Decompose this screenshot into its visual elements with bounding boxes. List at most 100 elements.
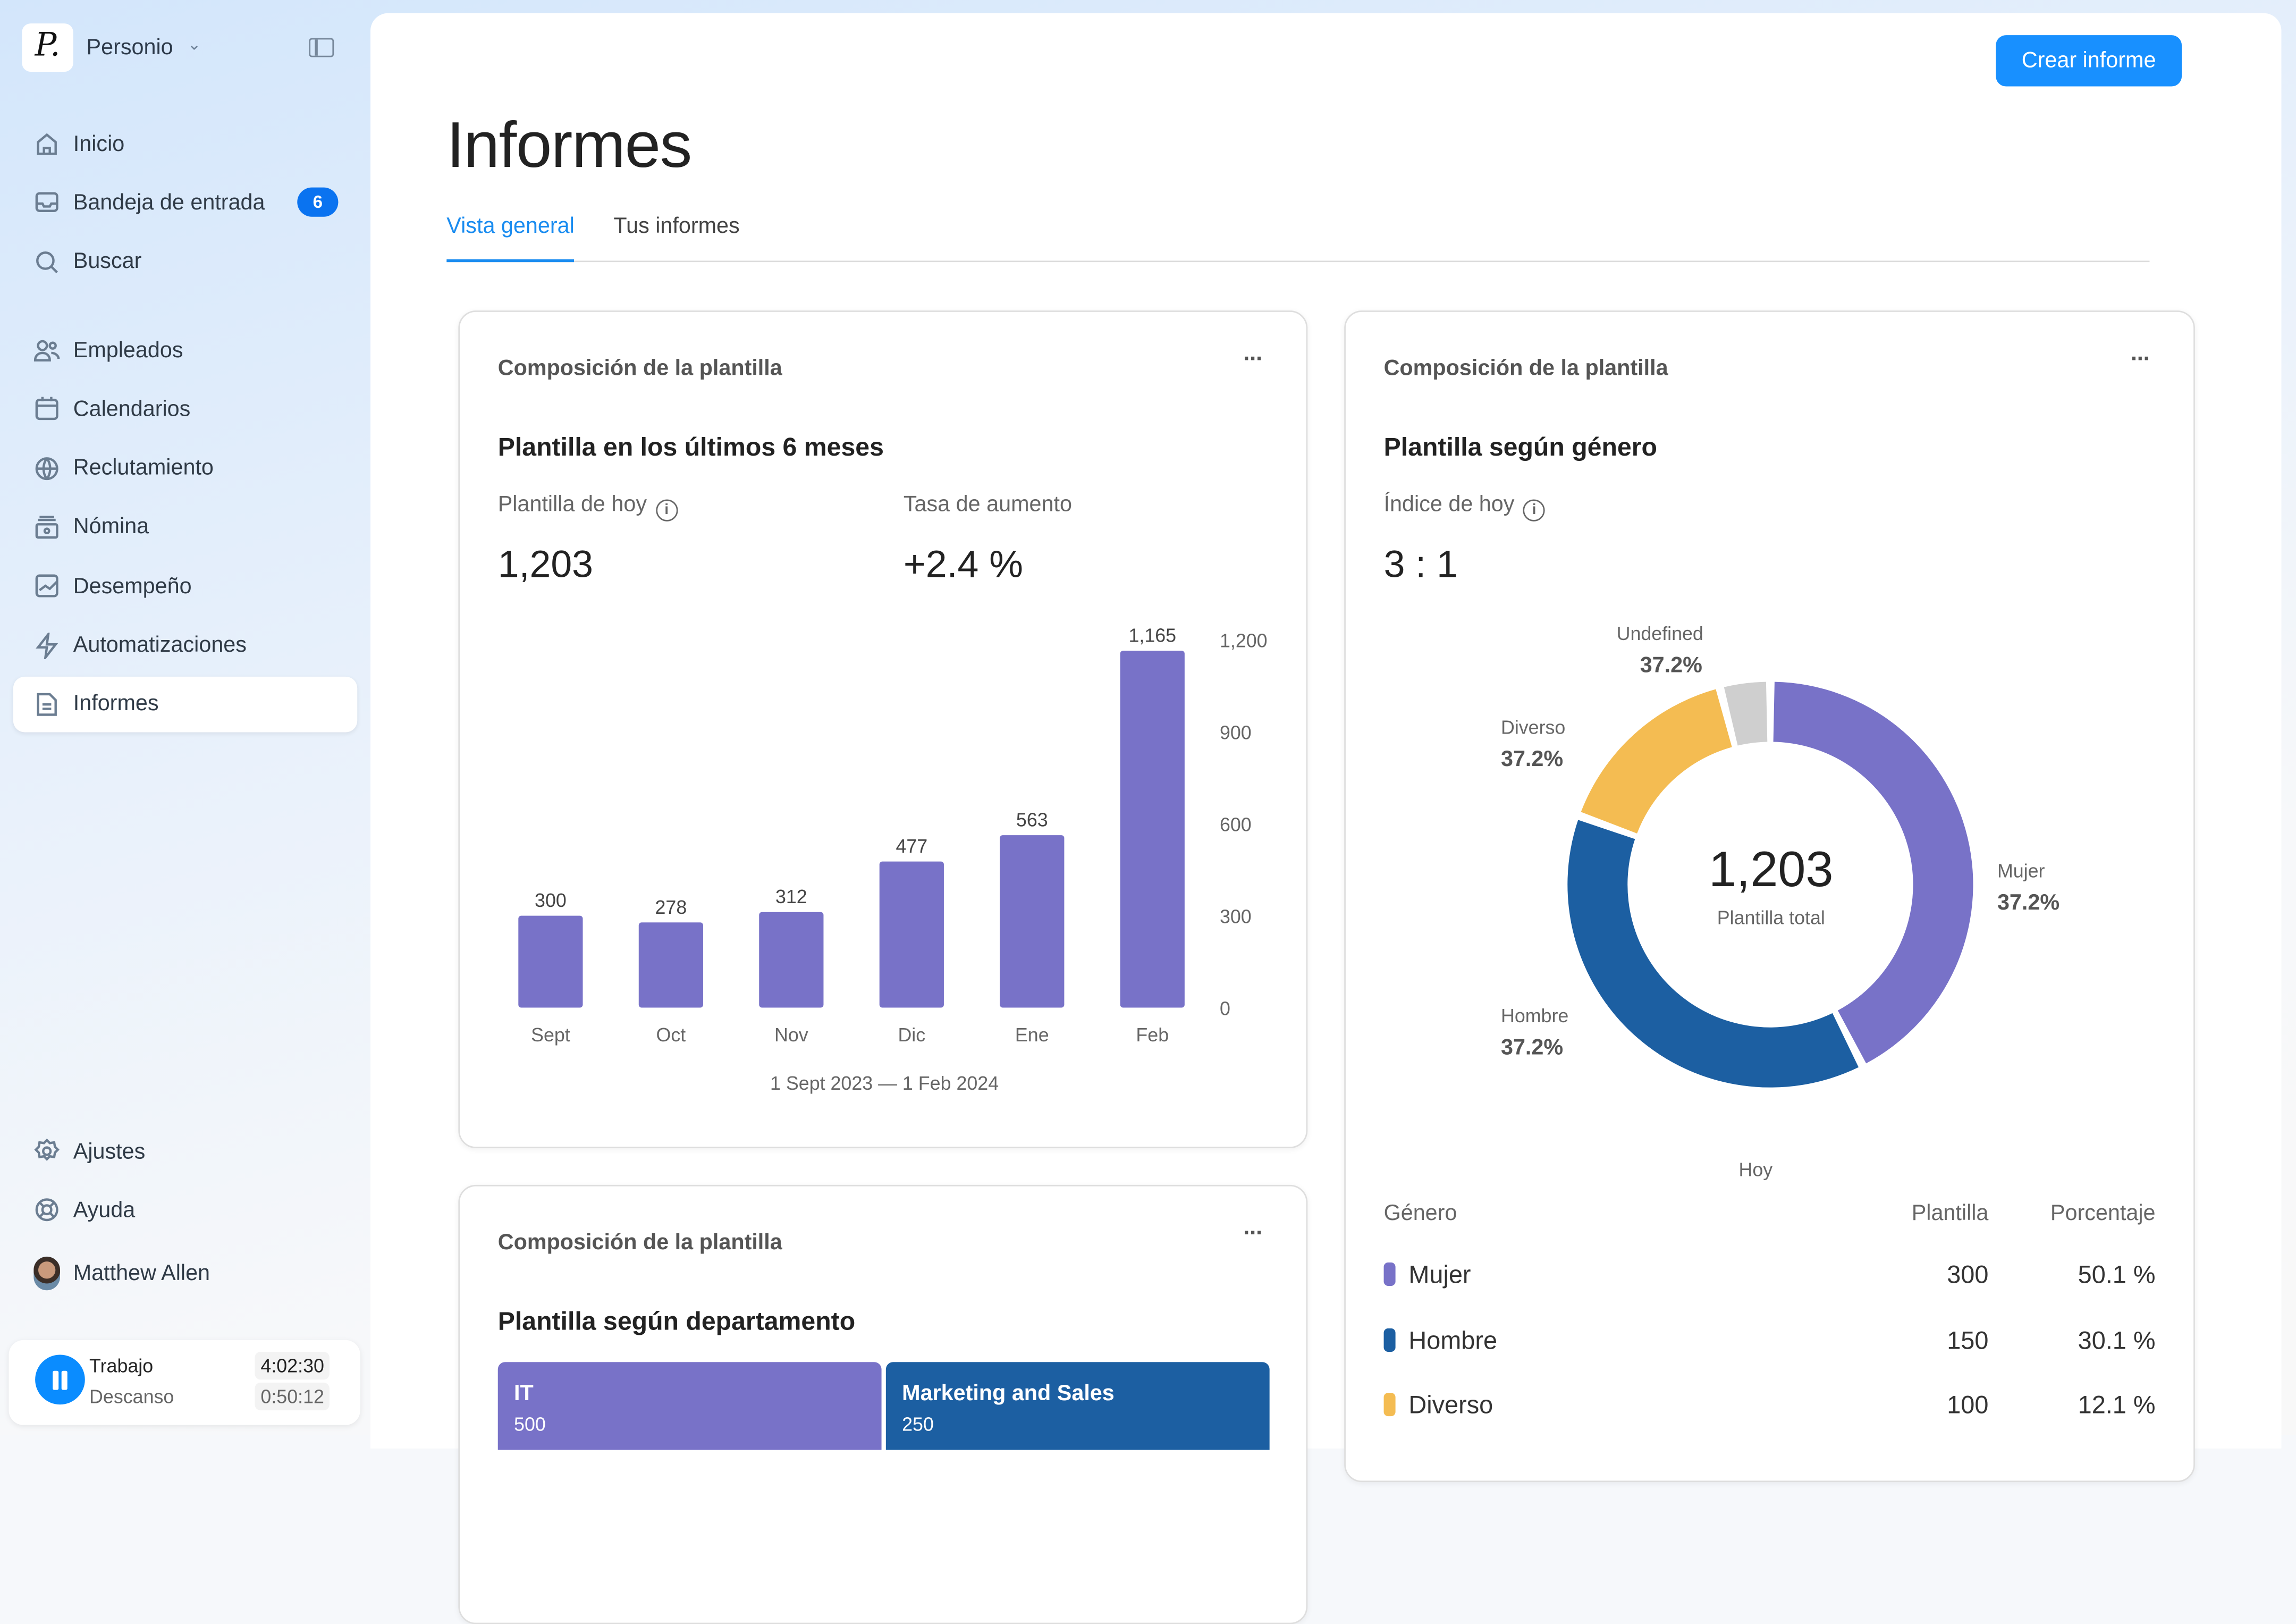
globe-icon <box>33 455 60 482</box>
y-tick-label: 300 <box>1220 906 1252 927</box>
sidebar: P. Personio ⌄ Inicio Bandeja de entrada 6 B… <box>0 0 370 1435</box>
bar-Dic[interactable] <box>879 861 944 1008</box>
donut-segment-undefined[interactable] <box>1724 681 1768 746</box>
x-tick-label: Sept <box>531 1024 570 1046</box>
calendar-icon <box>33 396 60 423</box>
home-icon <box>33 130 60 157</box>
time-tracker: Trabajo Descanso 4:02:30 0:50:12 <box>9 1340 360 1425</box>
bar-Sept[interactable] <box>518 915 583 1008</box>
lifebuoy-icon <box>33 1197 60 1224</box>
lightning-icon <box>33 632 60 659</box>
more-options-icon[interactable]: ··· <box>1243 1222 1264 1248</box>
donut-chart: Mujer37.2%Hombre37.2%Diverso37.2%Undefin… <box>1501 623 2059 1088</box>
gear-icon <box>33 1138 60 1165</box>
bar-value-label: 1,165 <box>1128 625 1176 646</box>
card-title: Composición de la plantilla <box>497 1230 782 1256</box>
sidebar-item-performance[interactable]: Desempeño <box>13 558 357 614</box>
sidebar-item-lifebuoy[interactable]: Ayuda <box>13 1182 357 1238</box>
legend-swatch <box>1383 1327 1396 1351</box>
x-tick-label: Oct <box>656 1024 686 1046</box>
gender-percentage: 50.1 % <box>2078 1261 2156 1289</box>
sidebar-item-search[interactable]: Buscar <box>13 234 357 290</box>
segment-value-label: 37.2% <box>1640 653 1702 677</box>
bar-value-label: 300 <box>535 890 567 911</box>
bar-value-label: 278 <box>655 897 687 918</box>
col-gender: Género <box>1383 1201 1457 1226</box>
y-tick-label: 1,200 <box>1220 630 1268 652</box>
sidebar-item-label: Empleados <box>73 338 183 363</box>
segment-name-label: Undefined <box>1617 623 1703 644</box>
sidebar-item-label: Reclutamiento <box>73 456 214 481</box>
department-tile-it[interactable]: IT 500 <box>497 1362 882 1450</box>
sidebar-item-home[interactable]: Inicio <box>13 116 357 172</box>
bar-Nov[interactable] <box>759 912 824 1008</box>
bar-value-label: 563 <box>1016 810 1048 831</box>
bar-chart: 300 Sept 278 Oct 312 Nov 477 Dic 563 Ene 1,165 Feb 0… <box>518 625 1268 1046</box>
bar-Ene[interactable] <box>1000 835 1065 1008</box>
chevron-down-icon[interactable]: ⌄ <box>188 35 201 54</box>
page-title: Informes <box>446 110 692 182</box>
sidebar-item-users[interactable]: Empleados <box>13 322 357 378</box>
inbox-icon <box>33 189 60 216</box>
bar-Oct[interactable] <box>638 922 703 1008</box>
bar-Feb[interactable] <box>1120 651 1185 1008</box>
payroll-icon <box>33 514 60 541</box>
org-switcher[interactable]: Personio <box>87 35 173 60</box>
legend-swatch <box>1383 1393 1396 1417</box>
gender-card: Composición de la plantilla ··· Plantill… <box>1344 310 2195 1483</box>
report-icon <box>33 691 60 718</box>
sidebar-item-report[interactable]: Informes <box>13 676 358 732</box>
gender-name: Hombre <box>1408 1326 1498 1354</box>
donut-center-label: Plantilla total <box>1717 906 1825 929</box>
bar-value-label: 477 <box>896 836 927 857</box>
sidebar-item-globe[interactable]: Reclutamiento <box>13 440 357 496</box>
sidebar-item-gear[interactable]: Ajustes <box>13 1123 357 1179</box>
donut-segment-diverso[interactable] <box>1581 689 1732 834</box>
pause-icon[interactable] <box>35 1354 85 1405</box>
gender-row-label: Hombre <box>1383 1326 1498 1356</box>
tile-value: 500 <box>514 1413 546 1435</box>
col-headcount: Plantilla <box>1911 1201 1989 1226</box>
search-icon <box>33 248 60 275</box>
users-icon <box>33 337 60 364</box>
donut-center-value: 1,203 <box>1709 842 1834 898</box>
gender-row-label: Diverso <box>1383 1391 1493 1421</box>
sidebar-toggle-icon[interactable] <box>309 38 334 57</box>
x-tick-label: Nov <box>774 1024 808 1046</box>
department-tile-marketing[interactable]: Marketing and Sales 250 <box>885 1362 1270 1450</box>
gender-name: Mujer <box>1408 1261 1471 1289</box>
headcount-trend-card: Composición de la plantilla ··· Plantill… <box>458 310 1308 1148</box>
gender-name: Diverso <box>1408 1391 1493 1420</box>
tab-overview[interactable]: Vista general <box>446 214 575 263</box>
create-report-button[interactable]: Crear informe <box>1996 35 2182 87</box>
gender-count: 150 <box>1947 1326 1989 1354</box>
unread-badge: 6 <box>297 188 339 217</box>
sidebar-item-calendar[interactable]: Calendarios <box>13 381 357 437</box>
date-range: 1 Sept 2023 — 1 Feb 2024 <box>770 1072 999 1095</box>
tab-your-reports[interactable]: Tus informes <box>613 214 739 262</box>
gender-count: 300 <box>1947 1261 1989 1289</box>
sidebar-item-lightning[interactable]: Automatizaciones <box>13 617 357 673</box>
department-card: Composición de la plantilla ··· Plantill… <box>458 1184 1308 1624</box>
gender-count: 100 <box>1947 1391 1989 1420</box>
sidebar-item-inbox[interactable]: Bandeja de entrada 6 <box>13 175 357 231</box>
legend-swatch <box>1383 1262 1396 1286</box>
sidebar-item-label: Ajustes <box>73 1139 146 1164</box>
segment-value-label: 37.2% <box>1501 746 1563 771</box>
app-root: P. Personio ⌄ Inicio Bandeja de entrada 6 B… <box>0 0 2296 1624</box>
segment-name-label: Hombre <box>1501 1005 1568 1026</box>
card-subtitle: Plantilla según departamento <box>497 1306 856 1336</box>
sidebar-item-payroll[interactable]: Nómina <box>13 499 357 555</box>
avatar[interactable] <box>33 1256 60 1290</box>
gender-percentage: 30.1 % <box>2078 1326 2156 1354</box>
personio-logo[interactable]: P. <box>22 23 73 72</box>
col-percentage: Porcentaje <box>2050 1201 2156 1226</box>
sidebar-item-label: Buscar <box>73 249 142 274</box>
sidebar-item-label: Calendarios <box>73 397 191 422</box>
y-tick-label: 600 <box>1220 814 1252 836</box>
work-time: 4:02:30 <box>255 1351 330 1380</box>
sidebar-item-label: Matthew Allen <box>73 1260 210 1285</box>
break-label: Descanso <box>89 1385 174 1408</box>
sidebar-item-user-profile[interactable]: Matthew Allen <box>13 1245 357 1301</box>
logo-text: P. <box>35 28 61 65</box>
